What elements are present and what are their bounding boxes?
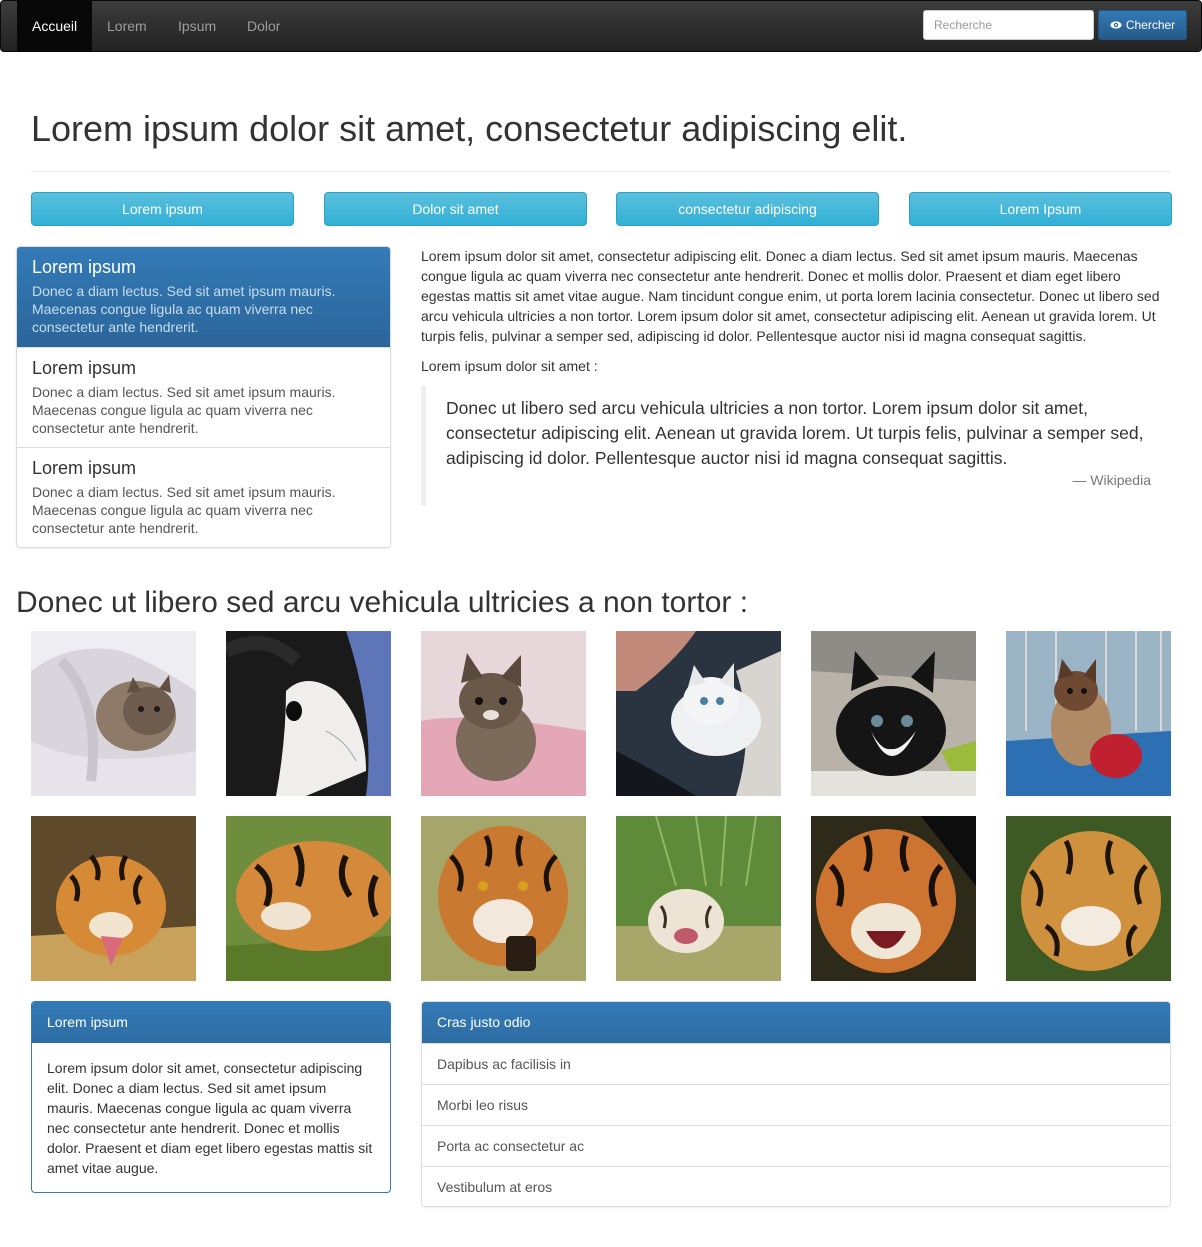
list-item-text: Donec a diam lectus. Sed sit amet ipsum … (32, 384, 336, 436)
tiger-photo[interactable] (1006, 816, 1171, 981)
list-group: Lorem ipsum Donec a diam lectus. Sed sit… (16, 246, 391, 548)
quote-text: Donec ut libero sed arcu vehicula ultric… (446, 398, 1144, 468)
list-item-heading: Lorem ipsum (32, 458, 137, 478)
search-input[interactable] (923, 10, 1094, 40)
kitten-photo[interactable] (421, 631, 586, 796)
list-item[interactable]: Lorem ipsum Donec a diam lectus. Sed sit… (17, 347, 390, 447)
tiger-photo[interactable] (226, 816, 391, 981)
panel: Lorem ipsum Lorem ipsum dolor sit amet, … (31, 1001, 391, 1193)
kitten-photo[interactable] (616, 631, 781, 796)
panel-list: Cras justo odio Dapibus ac facilisis in … (421, 1001, 1171, 1207)
list-item-text: Donec a diam lectus. Sed sit amet ipsum … (32, 283, 336, 335)
button-consectetur-adipiscing[interactable]: consectetur adipiscing (616, 192, 879, 226)
kitten-photo[interactable] (811, 631, 976, 796)
search-button-label: Chercher (1125, 18, 1176, 32)
panel-list-heading: Cras justo odio (422, 1002, 1170, 1043)
list-item-heading: Lorem ipsum (32, 358, 137, 378)
panel-heading: Lorem ipsum (32, 1002, 390, 1043)
gallery-title: Donec ut libero sed arcu vehicula ultric… (16, 586, 749, 619)
lead-text: Lorem ipsum dolor sit amet : (421, 358, 598, 374)
button-lorem-ipsum-2[interactable]: Lorem Ipsum (909, 192, 1172, 226)
body-paragraph: Lorem ipsum dolor sit amet, consectetur … (421, 248, 1160, 344)
eye-icon (1110, 21, 1122, 29)
nav-item-dolor[interactable]: Dolor (232, 1, 295, 51)
tiger-photo[interactable] (616, 816, 781, 981)
list-item[interactable]: Porta ac consectetur ac (422, 1125, 1170, 1166)
panel-body: Lorem ipsum dolor sit amet, consectetur … (47, 1060, 373, 1176)
list-item[interactable]: Dapibus ac facilisis in (422, 1043, 1170, 1084)
page-title: Lorem ipsum dolor sit amet, consectetur … (31, 108, 908, 149)
list-item-heading: Lorem ipsum (32, 257, 137, 277)
divider (31, 171, 1171, 172)
button-dolor-sit-amet[interactable]: Dolor sit amet (324, 192, 587, 226)
kitten-photo[interactable] (226, 631, 391, 796)
nav-item-lorem[interactable]: Lorem (92, 1, 162, 51)
nav-item-ipsum[interactable]: Ipsum (163, 1, 231, 51)
list-item-text: Donec a diam lectus. Sed sit amet ipsum … (32, 484, 336, 536)
list-item[interactable]: Vestibulum at eros (422, 1166, 1170, 1206)
navbar: Accueil Lorem Ipsum Dolor Chercher (0, 0, 1202, 52)
kitten-photo[interactable] (1006, 631, 1171, 796)
tiger-photo[interactable] (31, 816, 196, 981)
nav-item-accueil[interactable]: Accueil (17, 1, 92, 51)
button-lorem-ipsum[interactable]: Lorem ipsum (31, 192, 294, 226)
tiger-photo[interactable] (811, 816, 976, 981)
quote-source: — Wikipedia (1072, 472, 1151, 488)
blockquote: Donec ut libero sed arcu vehicula ultric… (421, 386, 1171, 506)
tiger-photo[interactable] (421, 816, 586, 981)
list-item[interactable]: Lorem ipsum Donec a diam lectus. Sed sit… (17, 247, 390, 347)
list-item[interactable]: Lorem ipsum Donec a diam lectus. Sed sit… (17, 447, 390, 547)
search-button[interactable]: Chercher (1098, 10, 1187, 40)
kitten-photo[interactable] (31, 631, 196, 796)
list-item[interactable]: Morbi leo risus (422, 1084, 1170, 1125)
